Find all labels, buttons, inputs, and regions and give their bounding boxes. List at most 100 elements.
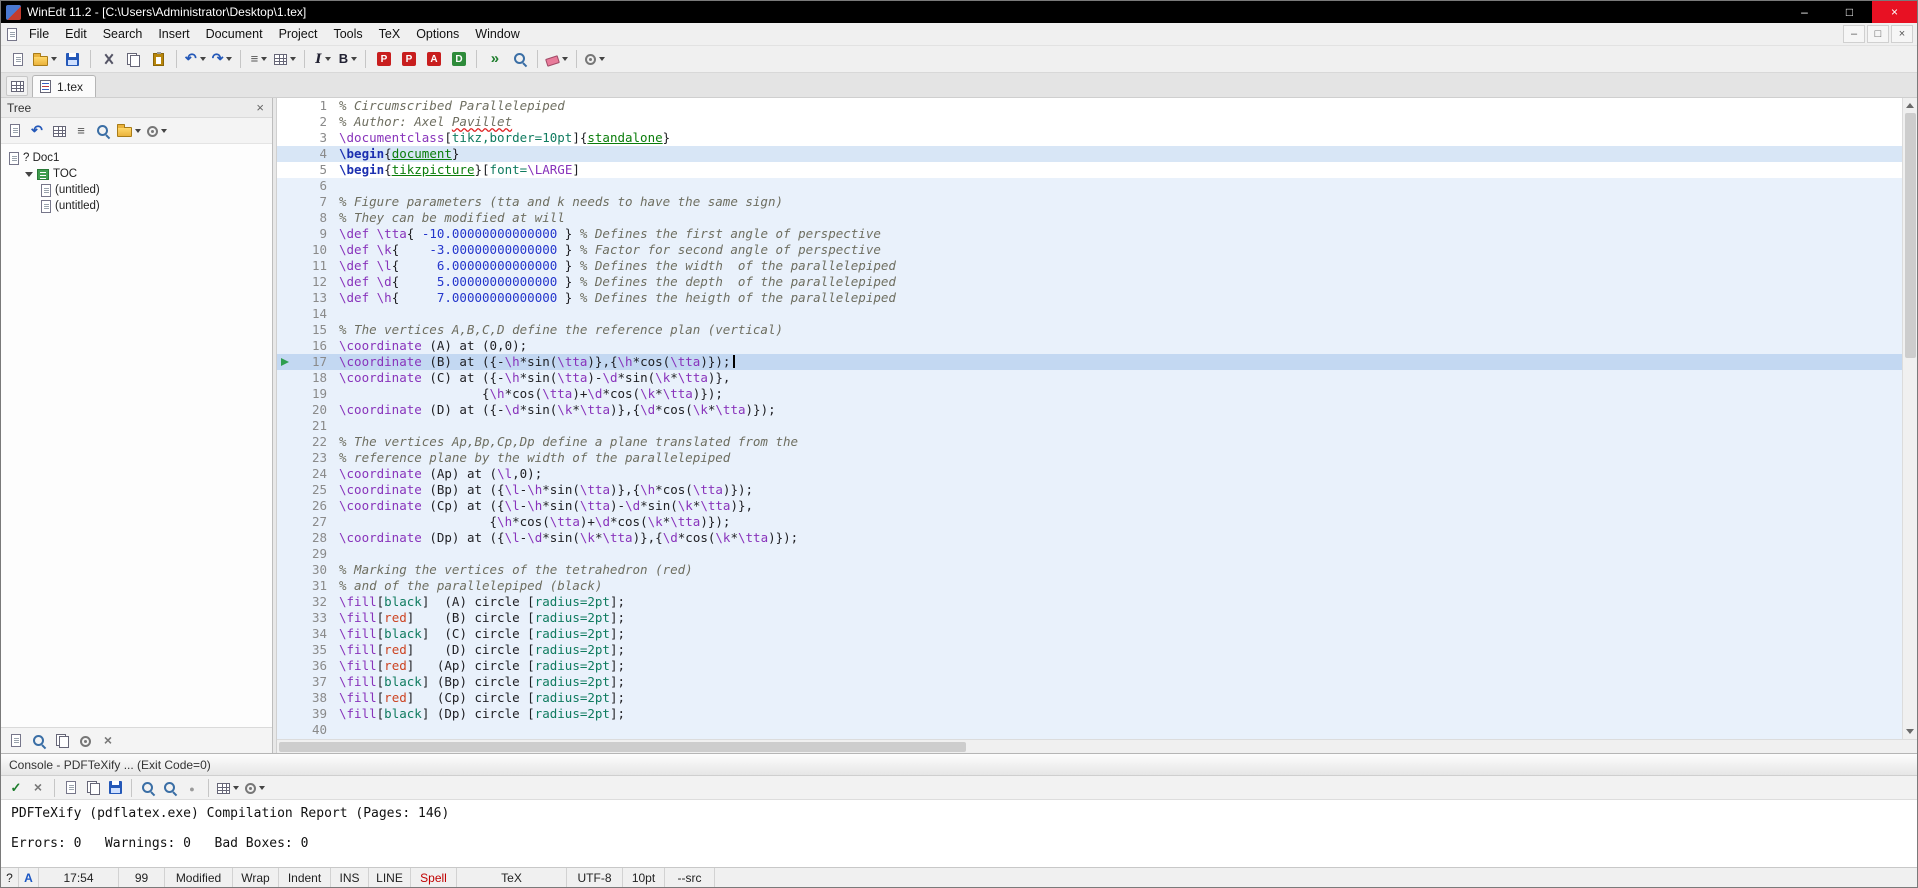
tree-item-untitled[interactable]: (untitled): [3, 182, 270, 198]
tab-1.tex[interactable]: 1.tex: [32, 75, 97, 97]
code-line-4[interactable]: 4 \begin{document}: [277, 146, 1902, 162]
save-button[interactable]: [61, 48, 84, 70]
menu-insert[interactable]: Insert: [150, 23, 197, 45]
expander-icon[interactable]: [25, 171, 33, 177]
cut-button[interactable]: [97, 48, 120, 70]
panel-search-button[interactable]: [29, 731, 49, 751]
copy-button[interactable]: [122, 48, 145, 70]
code-line-33[interactable]: 33 \fill[red] (B) circle [radius=2pt];: [277, 610, 1902, 626]
code-line-34[interactable]: 34 \fill[black] (C) circle [radius=2pt];: [277, 626, 1902, 642]
code-line-10[interactable]: 10 \def \k{ -3.00000000000000 } % Factor …: [277, 242, 1902, 258]
tree-item-untitled[interactable]: (untitled): [3, 198, 270, 214]
code-line-5[interactable]: 5 \begin{tikzpicture}[font=\LARGE]: [277, 162, 1902, 178]
options-button[interactable]: [583, 48, 607, 70]
code-line-29[interactable]: 29: [277, 546, 1902, 562]
console-accept-button[interactable]: [6, 778, 26, 798]
status-filler[interactable]: [715, 868, 1917, 887]
status-line-mode[interactable]: LINE: [369, 868, 411, 887]
code-line-25[interactable]: 25 \coordinate (Bp) at ({\l-\h*sin(\tta)}…: [277, 482, 1902, 498]
dvi-viewer-button[interactable]: [447, 48, 470, 70]
console-output[interactable]: PDFTeXify (pdflatex.exe) Compilation Rep…: [1, 800, 1917, 867]
tree-item-TOC[interactable]: TOC: [3, 166, 270, 182]
status-encoding-indicator[interactable]: A: [19, 868, 39, 887]
editor-vertical-scrollbar[interactable]: [1902, 98, 1917, 739]
code-line-37[interactable]: 37 \fill[black] (Bp) circle [radius=2pt];: [277, 674, 1902, 690]
panel-macros-button[interactable]: [75, 731, 95, 751]
code-line-20[interactable]: 20 \coordinate (D) at ({-\d*sin(\k*\tta)}…: [277, 402, 1902, 418]
console-options-button[interactable]: [243, 778, 267, 798]
code-line-39[interactable]: 39 \fill[black] (Dp) circle [radius=2pt];: [277, 706, 1902, 722]
menu-file[interactable]: File: [21, 23, 57, 45]
mdi-restore-button[interactable]: □: [1867, 25, 1889, 43]
pdf-viewer-button[interactable]: [422, 48, 445, 70]
new-document-button[interactable]: [6, 48, 29, 70]
tree-options-button[interactable]: [145, 121, 169, 141]
status-src[interactable]: --src: [665, 868, 715, 887]
console-zoom-out-button[interactable]: [160, 778, 180, 798]
menu-search[interactable]: Search: [95, 23, 151, 45]
console-header[interactable]: Console - PDFTeXify ... (Exit Code=0): [1, 754, 1917, 776]
close-button[interactable]: ×: [1872, 1, 1917, 23]
code-line-31[interactable]: 31 % and of the parallelepiped (black): [277, 578, 1902, 594]
tree-close-button[interactable]: ×: [254, 101, 266, 114]
code-line-21[interactable]: 21: [277, 418, 1902, 434]
tree-collapse-all-button[interactable]: [71, 121, 91, 141]
scroll-up-icon[interactable]: [1906, 103, 1914, 108]
tree-refresh-button[interactable]: [27, 121, 47, 141]
pdftexify-button[interactable]: [372, 48, 395, 70]
menu-document[interactable]: Document: [198, 23, 271, 45]
code-line-12[interactable]: 12 \def \d{ 5.00000000000000 } % Defines …: [277, 274, 1902, 290]
mdi-close-button[interactable]: ×: [1891, 25, 1913, 43]
tree-item-doc1[interactable]: ? Doc1: [3, 150, 270, 166]
menu-edit[interactable]: Edit: [57, 23, 95, 45]
panel-gather-button[interactable]: [52, 731, 72, 751]
status-wrap[interactable]: Wrap: [233, 868, 279, 887]
code-line-18[interactable]: 18 \coordinate (C) at ({-\h*sin(\tta)-\d*…: [277, 370, 1902, 386]
menu-project[interactable]: Project: [271, 23, 326, 45]
open-file-button[interactable]: [31, 48, 59, 70]
console-zoom-in-button[interactable]: [138, 778, 158, 798]
code-line-9[interactable]: 9 \def \tta{ -10.00000000000000 } % Defin…: [277, 226, 1902, 242]
menu-window[interactable]: Window: [467, 23, 527, 45]
vertical-scroll-thumb[interactable]: [1904, 113, 1916, 358]
status-spell[interactable]: Spell: [411, 868, 457, 887]
texify-button[interactable]: [483, 48, 506, 70]
find-in-files-button[interactable]: [508, 48, 531, 70]
status-charset[interactable]: UTF-8: [567, 868, 623, 887]
code-line-36[interactable]: 36 \fill[red] (Ap) circle [radius=2pt];: [277, 658, 1902, 674]
code-line-28[interactable]: 28 \coordinate (Dp) at ({\l-\d*sin(\k*\tt…: [277, 530, 1902, 546]
status-font-size[interactable]: 10pt: [623, 868, 665, 887]
horizontal-scroll-thumb[interactable]: [279, 741, 967, 752]
console-close-button[interactable]: [28, 778, 48, 798]
italic-style-button[interactable]: [311, 48, 334, 70]
status-line-count[interactable]: 99: [119, 868, 165, 887]
insert-table-button[interactable]: [272, 48, 298, 70]
panel-close-button[interactable]: [98, 731, 118, 751]
scroll-down-icon[interactable]: [1906, 729, 1914, 734]
menu-tex[interactable]: TeX: [371, 23, 409, 45]
tree-expand-all-button[interactable]: [49, 121, 69, 141]
status-help[interactable]: ?: [1, 868, 19, 887]
maximize-button[interactable]: □: [1827, 1, 1872, 23]
status-insert-mode[interactable]: INS: [331, 868, 369, 887]
code-area[interactable]: 1 % Circumscribed Parallelepiped 2 % Author…: [277, 98, 1902, 739]
code-line-15[interactable]: 15 % The vertices A,B,C,D define the refe…: [277, 322, 1902, 338]
bold-style-button[interactable]: [336, 48, 359, 70]
console-save-button[interactable]: [105, 778, 125, 798]
menu-tools[interactable]: Tools: [325, 23, 370, 45]
redo-button[interactable]: [210, 48, 235, 70]
pdflatex-button[interactable]: [397, 48, 420, 70]
tab-list-button[interactable]: [6, 76, 28, 96]
tree-search-button[interactable]: [93, 121, 113, 141]
code-line-23[interactable]: 23 % reference plane by the width of the …: [277, 450, 1902, 466]
console-open-log-button[interactable]: [61, 778, 81, 798]
code-line-27[interactable]: 27 {\h*cos(\tta)+\d*cos(\k*\tta)});: [277, 514, 1902, 530]
code-line-35[interactable]: 35 \fill[red] (D) circle [radius=2pt];: [277, 642, 1902, 658]
code-line-6[interactable]: 6: [277, 178, 1902, 194]
status-indent[interactable]: Indent: [279, 868, 331, 887]
minimize-button[interactable]: –: [1782, 1, 1827, 23]
panel-documents-button[interactable]: [6, 731, 26, 751]
editor-horizontal-scrollbar[interactable]: [277, 739, 1917, 753]
code-line-24[interactable]: 24 \coordinate (Ap) at (\l,0);: [277, 466, 1902, 482]
mdi-minimize-button[interactable]: –: [1843, 25, 1865, 43]
